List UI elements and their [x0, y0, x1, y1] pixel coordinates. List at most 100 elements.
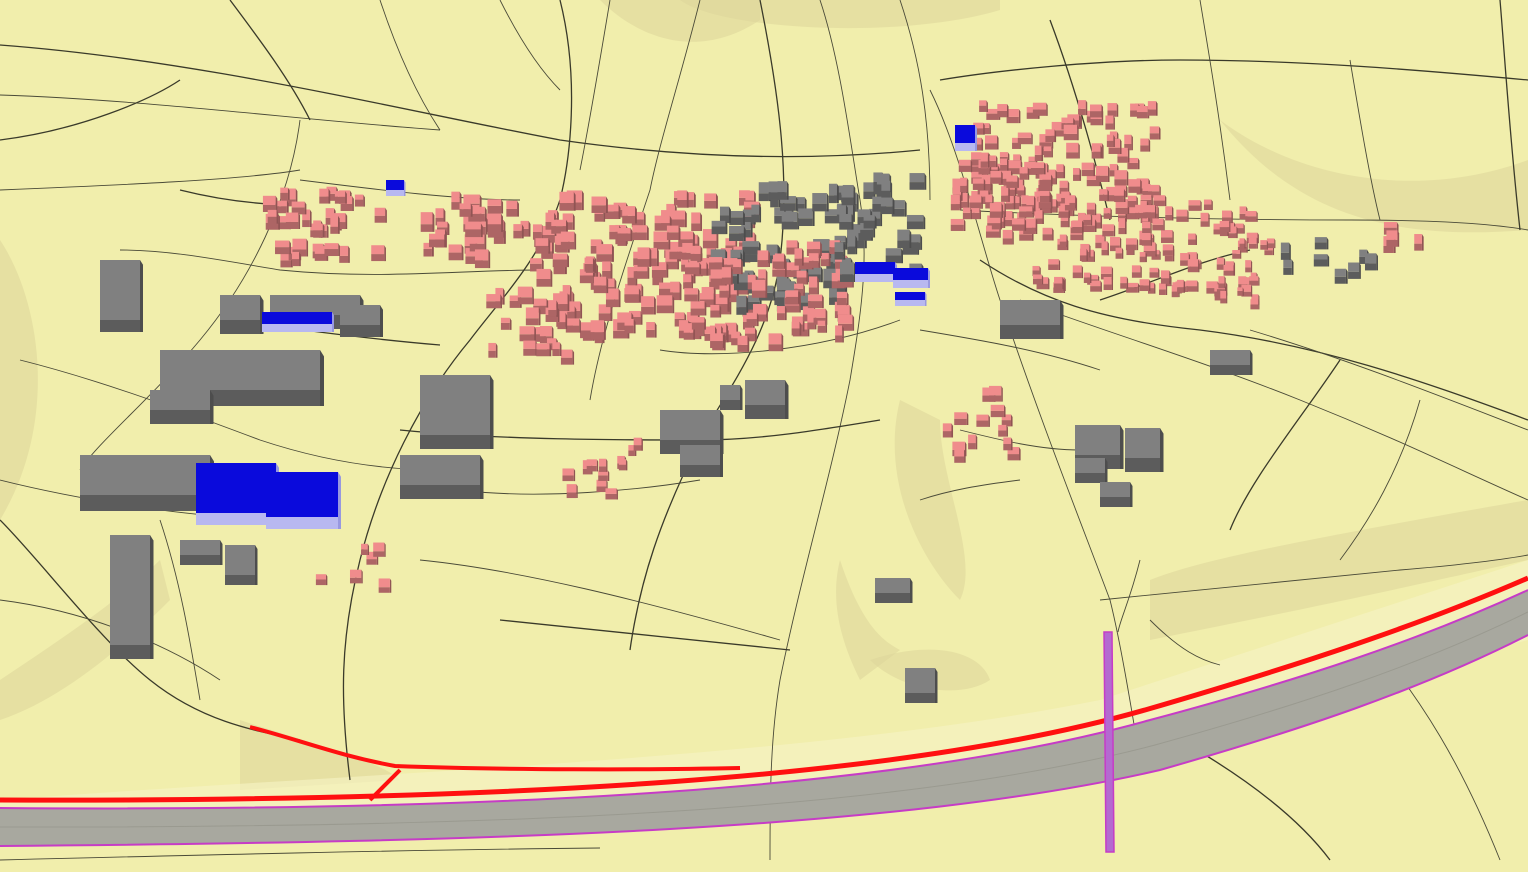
- building[interactable]: [781, 211, 800, 230]
- residential-building[interactable]: [1245, 260, 1253, 273]
- residential-building[interactable]: [950, 194, 962, 211]
- residential-building[interactable]: [950, 218, 966, 231]
- residential-building[interactable]: [1223, 264, 1235, 276]
- residential-building[interactable]: [637, 247, 652, 267]
- map-canvas[interactable]: [0, 0, 1528, 872]
- residential-building[interactable]: [1039, 174, 1053, 187]
- residential-building[interactable]: [1043, 146, 1053, 158]
- residential-building[interactable]: [751, 279, 768, 298]
- residential-building[interactable]: [1177, 279, 1186, 293]
- building[interactable]: [100, 260, 143, 332]
- building[interactable]: [225, 545, 258, 585]
- building[interactable]: [711, 220, 728, 235]
- residential-building[interactable]: [1090, 280, 1102, 292]
- residential-building[interactable]: [590, 320, 606, 340]
- building[interactable]: [1100, 482, 1133, 507]
- building[interactable]: [812, 193, 829, 212]
- highlighted-building[interactable]: [262, 312, 334, 332]
- building[interactable]: [745, 380, 789, 419]
- residential-building[interactable]: [835, 325, 844, 343]
- residential-building[interactable]: [666, 225, 681, 240]
- residential-building[interactable]: [1048, 259, 1061, 270]
- residential-building[interactable]: [820, 252, 831, 267]
- residential-building[interactable]: [1249, 276, 1260, 286]
- residential-building[interactable]: [786, 290, 800, 304]
- residential-building[interactable]: [560, 349, 575, 365]
- residential-building[interactable]: [1081, 162, 1096, 177]
- residential-building[interactable]: [998, 424, 1008, 437]
- residential-building[interactable]: [1073, 167, 1082, 181]
- residential-building[interactable]: [733, 259, 743, 275]
- residential-building[interactable]: [1140, 138, 1151, 152]
- residential-building[interactable]: [1260, 240, 1268, 250]
- residential-building[interactable]: [532, 224, 544, 240]
- residential-building[interactable]: [1232, 250, 1242, 259]
- building[interactable]: [180, 540, 223, 565]
- residential-building[interactable]: [324, 243, 340, 257]
- residential-building[interactable]: [1101, 241, 1109, 256]
- residential-building[interactable]: [566, 484, 578, 499]
- residential-building[interactable]: [448, 244, 464, 261]
- residential-building[interactable]: [519, 326, 536, 342]
- residential-building[interactable]: [772, 254, 786, 269]
- highlighted-building[interactable]: [893, 268, 930, 288]
- building[interactable]: [1334, 268, 1348, 284]
- residential-building[interactable]: [535, 238, 551, 254]
- residential-building[interactable]: [354, 194, 365, 207]
- residential-building[interactable]: [1160, 270, 1171, 284]
- residential-building[interactable]: [339, 245, 350, 263]
- residential-building[interactable]: [1245, 210, 1258, 222]
- residential-building[interactable]: [1083, 214, 1093, 226]
- building[interactable]: [863, 215, 877, 229]
- residential-building[interactable]: [1152, 218, 1165, 231]
- residential-building[interactable]: [777, 306, 787, 321]
- residential-building[interactable]: [1003, 437, 1013, 451]
- residential-building[interactable]: [997, 104, 1009, 118]
- highlighted-building[interactable]: [895, 292, 927, 306]
- building[interactable]: [1000, 300, 1064, 339]
- residential-building[interactable]: [1120, 276, 1129, 289]
- building[interactable]: [1364, 253, 1378, 271]
- residential-building[interactable]: [371, 245, 386, 262]
- residential-building[interactable]: [979, 100, 988, 112]
- residential-building[interactable]: [633, 264, 650, 279]
- building[interactable]: [1348, 262, 1361, 279]
- residential-building[interactable]: [1066, 142, 1080, 159]
- building[interactable]: [909, 173, 927, 190]
- residential-building[interactable]: [1042, 227, 1054, 241]
- building[interactable]: [906, 214, 926, 230]
- residential-building[interactable]: [969, 195, 983, 209]
- building[interactable]: [847, 235, 858, 255]
- residential-building[interactable]: [552, 342, 562, 357]
- building[interactable]: [798, 208, 815, 227]
- residential-building[interactable]: [1115, 247, 1124, 259]
- building[interactable]: [841, 191, 856, 206]
- residential-building[interactable]: [1103, 276, 1114, 291]
- residential-building[interactable]: [624, 318, 636, 334]
- residential-building[interactable]: [1006, 175, 1019, 188]
- residential-building[interactable]: [617, 227, 633, 242]
- highlighted-building[interactable]: [266, 472, 341, 529]
- residential-building[interactable]: [709, 257, 725, 270]
- map-3d-viewport[interactable]: [0, 0, 1528, 872]
- residential-building[interactable]: [536, 268, 553, 287]
- residential-building[interactable]: [1099, 189, 1109, 201]
- residential-building[interactable]: [1200, 212, 1210, 227]
- residential-building[interactable]: [976, 414, 990, 427]
- residential-building[interactable]: [1001, 186, 1010, 202]
- residential-building[interactable]: [596, 244, 614, 262]
- residential-building[interactable]: [285, 212, 301, 229]
- residential-building[interactable]: [1218, 276, 1226, 289]
- residential-building[interactable]: [622, 206, 637, 224]
- building[interactable]: [751, 204, 762, 223]
- residential-building[interactable]: [1414, 234, 1424, 251]
- building[interactable]: [881, 180, 893, 199]
- residential-building[interactable]: [517, 286, 534, 305]
- residential-building[interactable]: [990, 404, 1006, 418]
- residential-building[interactable]: [474, 206, 487, 222]
- residential-building[interactable]: [1159, 283, 1168, 295]
- residential-building[interactable]: [560, 231, 577, 250]
- building[interactable]: [720, 385, 743, 410]
- residential-building[interactable]: [618, 459, 628, 471]
- residential-building[interactable]: [1386, 230, 1400, 247]
